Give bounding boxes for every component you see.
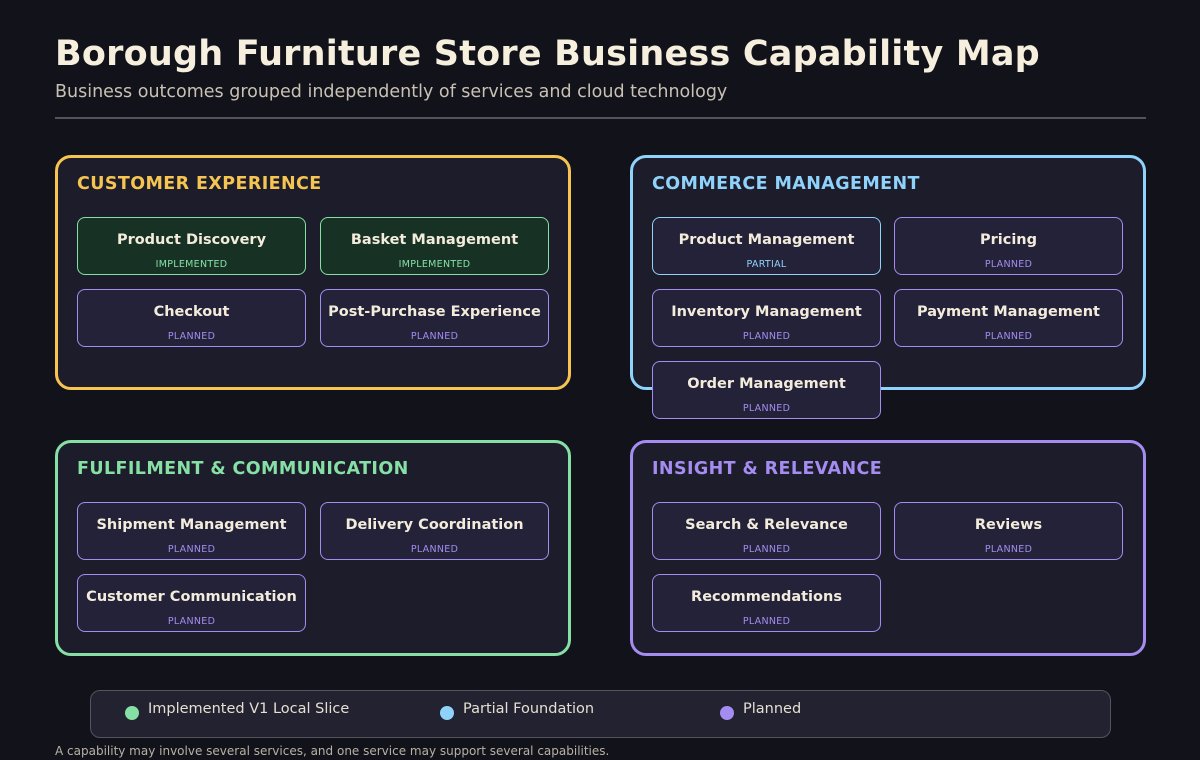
page-subtitle: Business outcomes grouped independently … — [55, 82, 728, 102]
capability-order-management[interactable]: Order Management PLANNED — [652, 361, 881, 419]
capability-pricing[interactable]: Pricing PLANNED — [894, 217, 1123, 275]
legend-label: Implemented V1 Local Slice — [148, 701, 350, 717]
capability-checkout[interactable]: Checkout PLANNED — [77, 289, 306, 347]
legend: Implemented V1 Local Slice Partial Found… — [90, 690, 1111, 738]
capability-status: PARTIAL — [746, 259, 787, 270]
header-divider — [55, 117, 1146, 119]
capability-status: IMPLEMENTED — [398, 259, 471, 270]
capability-status: PLANNED — [167, 616, 216, 627]
planned-dot-icon — [720, 706, 734, 720]
group-title: CUSTOMER EXPERIENCE — [77, 174, 322, 194]
capability-customer-communication[interactable]: Customer Communication PLANNED — [77, 574, 306, 632]
capability-search-relevance[interactable]: Search & Relevance PLANNED — [652, 502, 881, 560]
capability-status: PLANNED — [742, 544, 791, 555]
capability-name: Order Management — [687, 376, 846, 392]
footnote: A capability may involve several service… — [55, 744, 610, 758]
capability-delivery-coordination[interactable]: Delivery Coordination PLANNED — [320, 502, 549, 560]
capability-name: Inventory Management — [671, 304, 862, 320]
group-title: COMMERCE MANAGEMENT — [652, 174, 920, 194]
capability-name: Recommendations — [691, 589, 842, 605]
capability-name: Payment Management — [916, 304, 1100, 320]
capability-name: Search & Relevance — [685, 517, 848, 533]
group-title: FULFILMENT & COMMUNICATION — [77, 459, 409, 479]
capability-shipment-management[interactable]: Shipment Management PLANNED — [77, 502, 306, 560]
capability-inventory-management[interactable]: Inventory Management PLANNED — [652, 289, 881, 347]
group-customer-experience: CUSTOMER EXPERIENCE Product Discovery IM… — [55, 155, 571, 390]
capability-status: PLANNED — [167, 544, 216, 555]
capability-product-discovery[interactable]: Product Discovery IMPLEMENTED — [77, 217, 306, 275]
capability-name: Shipment Management — [96, 517, 287, 533]
group-commerce-management: COMMERCE MANAGEMENT Product Management P… — [630, 155, 1146, 390]
capability-status: PLANNED — [410, 544, 459, 555]
capability-status: PLANNED — [167, 331, 216, 342]
partial-dot-icon — [440, 706, 454, 720]
page-title: Borough Furniture Store Business Capabil… — [55, 34, 1040, 74]
capability-product-management[interactable]: Product Management PARTIAL — [652, 217, 881, 275]
capability-post-purchase-experience[interactable]: Post-Purchase Experience PLANNED — [320, 289, 549, 347]
capability-status: IMPLEMENTED — [155, 259, 228, 270]
implemented-dot-icon — [125, 706, 139, 720]
capability-status: PLANNED — [742, 616, 791, 627]
capability-recommendations[interactable]: Recommendations PLANNED — [652, 574, 881, 632]
capability-basket-management[interactable]: Basket Management IMPLEMENTED — [320, 217, 549, 275]
group-title: INSIGHT & RELEVANCE — [652, 459, 883, 479]
capability-status: PLANNED — [984, 259, 1033, 270]
group-fulfilment-communication: FULFILMENT & COMMUNICATION Shipment Mana… — [55, 440, 571, 656]
group-insight-relevance: INSIGHT & RELEVANCE Search & Relevance P… — [630, 440, 1146, 656]
capability-payment-management[interactable]: Payment Management PLANNED — [894, 289, 1123, 347]
capability-name: Post-Purchase Experience — [328, 304, 541, 320]
capability-name: Reviews — [974, 517, 1043, 533]
legend-label: Partial Foundation — [463, 701, 595, 717]
capability-status: PLANNED — [410, 331, 459, 342]
capability-status: PLANNED — [984, 544, 1033, 555]
capability-reviews[interactable]: Reviews PLANNED — [894, 502, 1123, 560]
capability-name: Checkout — [153, 304, 230, 320]
legend-label: Planned — [743, 701, 802, 717]
capability-name: Pricing — [979, 232, 1038, 248]
capability-name: Customer Communication — [86, 589, 297, 605]
capability-status: PLANNED — [984, 331, 1033, 342]
capability-status: PLANNED — [742, 403, 791, 414]
capability-name: Product Management — [678, 232, 855, 248]
capability-name: Product Discovery — [116, 232, 267, 248]
capability-name: Delivery Coordination — [345, 517, 524, 533]
capability-name: Basket Management — [350, 232, 519, 248]
capability-status: PLANNED — [742, 331, 791, 342]
